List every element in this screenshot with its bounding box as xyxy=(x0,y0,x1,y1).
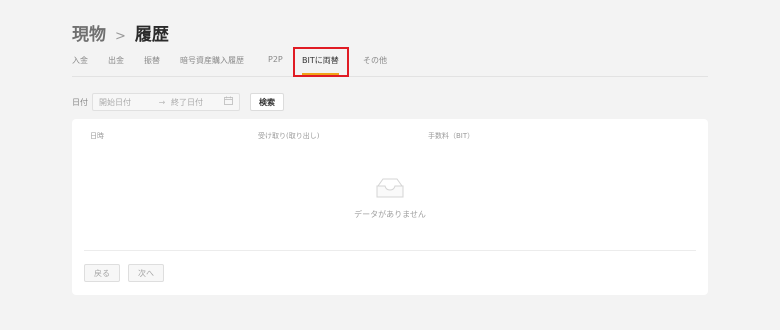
start-date-input[interactable]: 開始日付 xyxy=(99,97,153,108)
arrow-right-icon: → xyxy=(158,97,166,107)
history-tabs: 入金 出金 振替 暗号資産購入履歴 P2P BITに両替 その他 xyxy=(72,52,708,77)
table-divider xyxy=(84,250,696,251)
empty-inbox-icon xyxy=(376,178,404,198)
page-title: 現物 > 履歴 xyxy=(72,20,169,45)
date-filter: 日付 開始日付 → 終了日付 検索 xyxy=(72,93,284,111)
search-button[interactable]: 検索 xyxy=(250,93,284,111)
tab-deposit[interactable]: 入金 xyxy=(72,55,88,66)
tab-transfer[interactable]: 振替 xyxy=(144,55,160,66)
highlight-box xyxy=(293,47,349,77)
date-label: 日付 xyxy=(72,97,88,107)
column-header-received: 受け取り(取り出し) xyxy=(258,132,320,140)
tab-other[interactable]: その他 xyxy=(363,55,387,66)
end-date-input[interactable]: 終了日付 xyxy=(171,97,224,108)
tab-crypto-purchase-history[interactable]: 暗号資産購入履歴 xyxy=(180,55,244,66)
tab-withdrawal[interactable]: 出金 xyxy=(108,55,124,66)
breadcrumb-parent[interactable]: 現物 xyxy=(72,20,106,45)
date-range-picker[interactable]: 開始日付 → 終了日付 xyxy=(92,93,240,111)
breadcrumb-current: 履歴 xyxy=(134,25,169,45)
breadcrumb-separator: > xyxy=(115,29,126,44)
history-page: 現物 > 履歴 入金 出金 振替 暗号資産購入履歴 P2P BITに両替 その他… xyxy=(0,0,780,330)
empty-state-text: データがありません xyxy=(354,210,426,219)
next-page-button[interactable]: 次へ xyxy=(128,264,164,282)
calendar-icon-svg xyxy=(224,96,233,105)
column-header-fee: 手数料（BIT） xyxy=(428,132,475,140)
column-header-datetime: 日時 xyxy=(90,132,104,140)
history-table-card: 日時 受け取り(取り出し) 手数料（BIT） データがありません 戻る 次へ xyxy=(72,119,708,295)
calendar-icon[interactable] xyxy=(224,96,233,108)
prev-page-button[interactable]: 戻る xyxy=(84,264,120,282)
tab-p2p[interactable]: P2P xyxy=(268,55,283,64)
